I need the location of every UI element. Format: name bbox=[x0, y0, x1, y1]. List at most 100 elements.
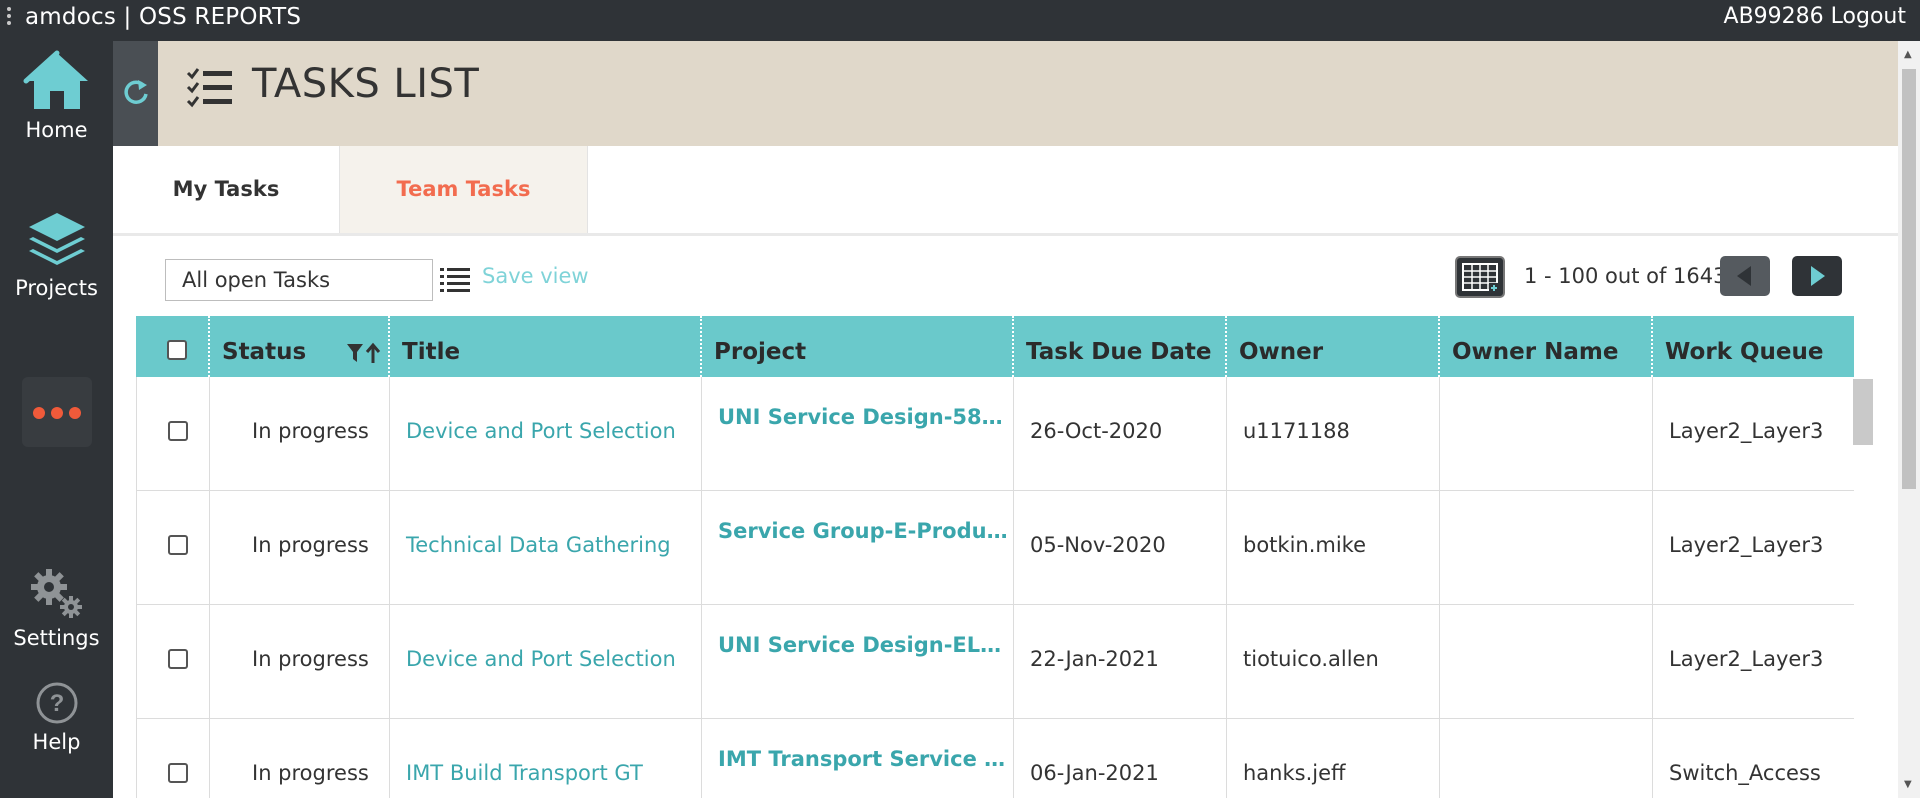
project-link[interactable]: UNI Service Design-ELAN-... bbox=[718, 633, 1008, 657]
owner-name-cell bbox=[1440, 719, 1653, 798]
task-title-link[interactable]: IMT Build Transport GT bbox=[406, 761, 643, 785]
table-row[interactable]: In progress Device and Port Selection UN… bbox=[136, 605, 1854, 719]
status-text: In progress bbox=[252, 419, 369, 443]
view-list-icon[interactable] bbox=[440, 266, 470, 292]
scrollbar-thumb[interactable] bbox=[1902, 69, 1916, 489]
table-scrollbar-thumb[interactable] bbox=[1853, 379, 1873, 445]
owner-cell: tiotuico.allen bbox=[1227, 605, 1440, 719]
due-date-text: 26-Oct-2020 bbox=[1030, 419, 1163, 443]
work-queue-cell: Layer2_Layer3 bbox=[1653, 605, 1854, 719]
sidebar-item-help[interactable]: ? Help bbox=[0, 681, 113, 754]
project-cell: Service Group-E-Product-... bbox=[702, 491, 1014, 605]
sidebar-item-label: Help bbox=[32, 730, 81, 754]
select-all-cell bbox=[136, 316, 210, 377]
select-all-checkbox[interactable] bbox=[167, 340, 187, 360]
task-title-link[interactable]: Device and Port Selection bbox=[406, 647, 676, 671]
row-checkbox[interactable] bbox=[168, 421, 188, 441]
save-view-link[interactable]: Save view bbox=[482, 264, 589, 288]
project-cell: UNI Service Design-58250... bbox=[702, 377, 1014, 491]
status-text: In progress bbox=[252, 647, 369, 671]
sidebar-item-more[interactable] bbox=[0, 377, 113, 447]
work-queue-text: Switch_Access bbox=[1669, 761, 1821, 785]
status-cell: In progress bbox=[210, 605, 390, 719]
due-date-text: 06-Jan-2021 bbox=[1030, 761, 1159, 785]
column-chooser-button[interactable] bbox=[1455, 256, 1505, 298]
owner-name-cell bbox=[1440, 491, 1653, 605]
app-title: amdocs | OSS REPORTS bbox=[25, 4, 302, 30]
logout-link[interactable]: Logout bbox=[1831, 4, 1906, 29]
page-scrollbar[interactable]: ▲ ▼ bbox=[1898, 41, 1920, 798]
table-row[interactable]: In progress Device and Port Selection UN… bbox=[136, 377, 1854, 491]
due-date-cell: 26-Oct-2020 bbox=[1014, 377, 1227, 491]
column-header-owner[interactable]: Owner bbox=[1227, 316, 1440, 377]
gears-icon bbox=[30, 569, 82, 618]
tab-my-tasks[interactable]: My Tasks bbox=[113, 146, 340, 233]
title-cell: IMT Build Transport GT bbox=[390, 719, 702, 798]
tab-team-tasks[interactable]: Team Tasks bbox=[340, 146, 588, 233]
column-header-title[interactable]: Title bbox=[390, 316, 702, 377]
title-cell: Technical Data Gathering bbox=[390, 491, 702, 605]
task-title-link[interactable]: Device and Port Selection bbox=[406, 419, 676, 443]
due-date-cell: 22-Jan-2021 bbox=[1014, 605, 1227, 719]
column-header-work-queue[interactable]: Work Queue bbox=[1653, 316, 1854, 377]
column-header-project[interactable]: Project bbox=[702, 316, 1014, 377]
title-cell: Device and Port Selection bbox=[390, 377, 702, 491]
project-link[interactable]: IMT Transport Service Desi... bbox=[718, 747, 1008, 771]
owner-text: u1171188 bbox=[1243, 419, 1350, 443]
due-date-cell: 06-Jan-2021 bbox=[1014, 719, 1227, 798]
table-grid-icon bbox=[1462, 263, 1499, 293]
work-queue-cell: Layer2_Layer3 bbox=[1653, 491, 1854, 605]
row-checkbox[interactable] bbox=[168, 763, 188, 783]
sidebar-item-settings[interactable]: Settings bbox=[0, 565, 113, 650]
column-header-due-date[interactable]: Task Due Date bbox=[1014, 316, 1227, 377]
column-label: Status bbox=[222, 339, 307, 365]
task-title-link[interactable]: Technical Data Gathering bbox=[406, 533, 671, 557]
table-row[interactable]: In progress Technical Data Gathering Ser… bbox=[136, 491, 1854, 605]
svg-text:?: ? bbox=[49, 690, 64, 717]
row-select-cell bbox=[137, 605, 210, 719]
home-icon bbox=[23, 50, 88, 109]
tasks-table: Status Title Project Task Due Date Owner… bbox=[136, 316, 1854, 798]
column-header-status[interactable]: Status bbox=[210, 316, 390, 377]
next-page-button[interactable] bbox=[1792, 256, 1842, 296]
owner-name-cell bbox=[1440, 605, 1653, 719]
status-cell: In progress bbox=[210, 719, 390, 798]
due-date-text: 22-Jan-2021 bbox=[1030, 647, 1159, 671]
page-title: TASKS LIST bbox=[252, 61, 480, 107]
owner-cell: botkin.mike bbox=[1227, 491, 1440, 605]
user-area: AB99286 Logout bbox=[1724, 4, 1906, 29]
checklist-icon bbox=[186, 68, 232, 108]
chevron-right-icon bbox=[1811, 266, 1825, 286]
sidebar-item-home[interactable]: Home bbox=[0, 49, 113, 142]
sidebar-item-label: Settings bbox=[13, 626, 100, 650]
work-queue-text: Layer2_Layer3 bbox=[1669, 647, 1824, 671]
help-icon: ? bbox=[36, 682, 77, 724]
owner-cell: u1171188 bbox=[1227, 377, 1440, 491]
task-tabs: My Tasks Team Tasks bbox=[113, 146, 1898, 236]
column-header-owner-name[interactable]: Owner Name bbox=[1440, 316, 1653, 377]
scroll-down-icon[interactable]: ▼ bbox=[1904, 779, 1912, 790]
sidebar-item-projects[interactable]: Projects bbox=[0, 209, 113, 300]
scroll-up-icon[interactable]: ▲ bbox=[1904, 49, 1912, 60]
owner-cell: hanks.jeff bbox=[1227, 719, 1440, 798]
owner-name-cell bbox=[1440, 377, 1653, 491]
page-header: TASKS LIST bbox=[158, 41, 1898, 146]
paging-info: 1 - 100 out of 1643 bbox=[1524, 264, 1727, 288]
project-link[interactable]: UNI Service Design-58250... bbox=[718, 405, 1008, 429]
sidebar-item-label: Projects bbox=[15, 276, 98, 300]
table-row[interactable]: In progress IMT Build Transport GT IMT T… bbox=[136, 719, 1854, 798]
refresh-button[interactable] bbox=[113, 41, 158, 146]
prev-page-button[interactable] bbox=[1720, 256, 1770, 296]
filter-sort-icon[interactable] bbox=[346, 342, 382, 364]
owner-text: tiotuico.allen bbox=[1243, 647, 1379, 671]
project-link[interactable]: Service Group-E-Product-... bbox=[718, 519, 1008, 543]
layers-icon bbox=[28, 213, 85, 265]
row-checkbox[interactable] bbox=[168, 649, 188, 669]
work-queue-cell: Layer2_Layer3 bbox=[1653, 377, 1854, 491]
row-checkbox[interactable] bbox=[168, 535, 188, 555]
project-cell: IMT Transport Service Desi... bbox=[702, 719, 1014, 798]
status-cell: In progress bbox=[210, 491, 390, 605]
chevron-left-icon bbox=[1737, 266, 1751, 286]
view-selector[interactable]: All open Tasks bbox=[165, 259, 433, 301]
drag-grip-icon[interactable] bbox=[6, 4, 12, 34]
